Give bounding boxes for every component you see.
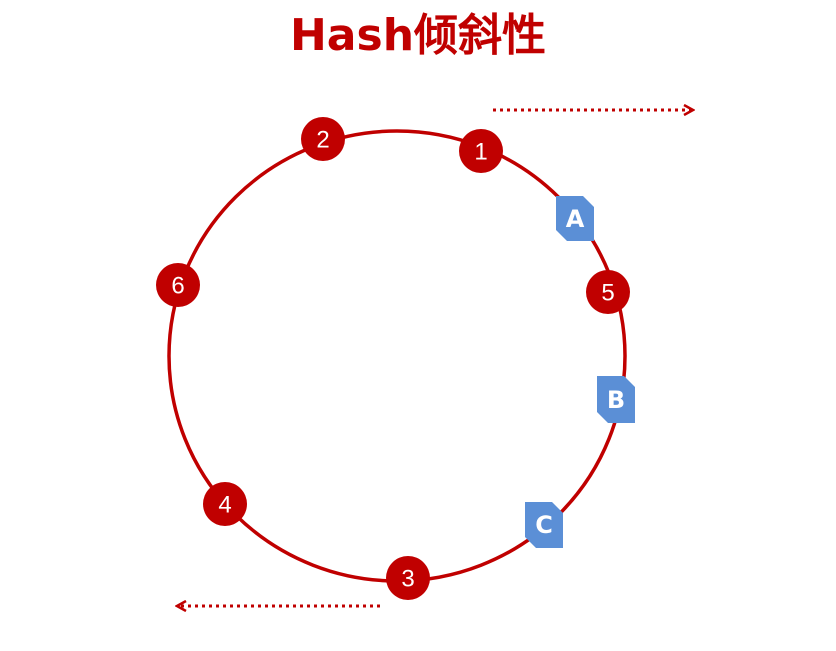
- hash-node-4: 4: [203, 482, 247, 526]
- server-node-label: B: [607, 386, 625, 414]
- hash-node-1: 1: [459, 129, 503, 173]
- hash-node-3: 3: [386, 556, 430, 600]
- hash-node-5: 5: [586, 270, 630, 314]
- hash-node-label: 4: [218, 492, 231, 519]
- server-node-c: C: [525, 502, 563, 548]
- hash-node-6: 6: [156, 263, 200, 307]
- hash-node-label: 2: [316, 127, 329, 154]
- server-node-a: A: [556, 196, 594, 241]
- server-node-b: B: [597, 376, 635, 423]
- hash-node-2: 2: [301, 117, 345, 161]
- server-node-label: C: [535, 511, 553, 539]
- hash-node-label: 5: [601, 280, 614, 307]
- server-node-label: A: [566, 205, 585, 233]
- hash-node-label: 1: [474, 139, 487, 166]
- hash-node-label: 3: [401, 566, 414, 593]
- hash-node-label: 6: [171, 273, 184, 300]
- hash-ring-diagram: 1 2 6 5 4 3 A B C: [156, 0, 836, 651]
